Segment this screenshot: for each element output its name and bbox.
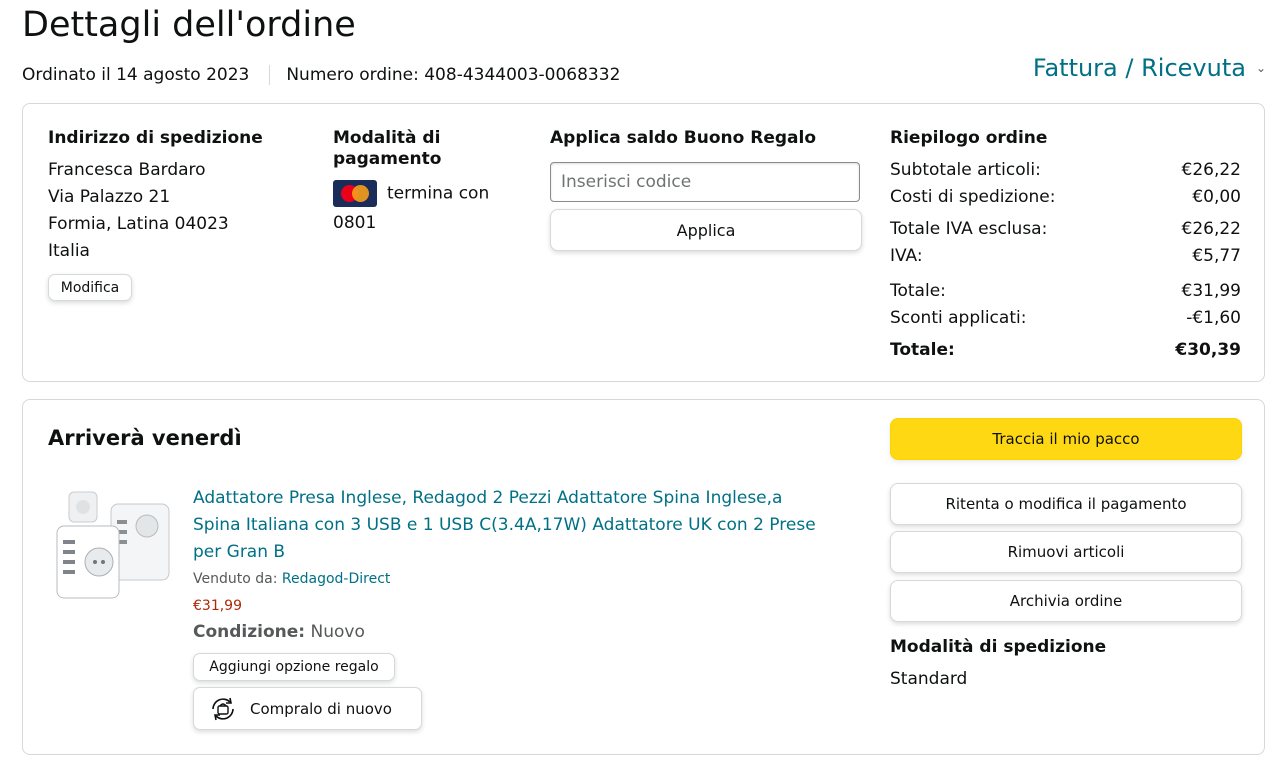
summary-value: €5,77 xyxy=(1192,246,1241,266)
summary-value: €30,39 xyxy=(1175,340,1241,360)
remove-items-button[interactable]: Rimuovi articoli xyxy=(890,531,1242,573)
chevron-down-icon: ⌄ xyxy=(1255,61,1266,75)
summary-label: Totale: xyxy=(890,281,946,301)
buy-again-label: Compralo di nuovo xyxy=(250,699,392,718)
order-number: Numero ordine: 408-4344003-0068332 xyxy=(286,65,621,85)
order-meta: Ordinato il 14 agosto 2023 Numero ordine… xyxy=(22,64,620,86)
summary-value: €26,22 xyxy=(1181,219,1241,239)
product-image[interactable] xyxy=(51,486,175,602)
address-line: Italia xyxy=(48,241,90,261)
shipping-method-value: Standard xyxy=(890,669,968,689)
retry-payment-button[interactable]: Ritenta o modifica il pagamento xyxy=(890,483,1242,525)
mastercard-icon xyxy=(333,180,377,207)
meta-divider xyxy=(269,65,271,85)
card-text: termina con xyxy=(387,183,490,204)
card-digits: 0801 xyxy=(333,213,377,233)
summary-value: €31,99 xyxy=(1181,281,1241,301)
apply-gift-card-button[interactable]: Applica xyxy=(550,209,862,251)
address-line: Francesca Bardaro xyxy=(48,160,206,180)
product-condition: Condizione: Nuovo xyxy=(193,619,365,646)
payment-title-line: Modalità di xyxy=(333,128,441,148)
product-title-line: per Gran B xyxy=(193,542,286,562)
summary-label: IVA: xyxy=(890,246,923,266)
address-line: Formia, Latina 04023 xyxy=(48,214,229,234)
summary-label: Totale IVA esclusa: xyxy=(890,219,1048,239)
summary-row: Totale: €31,99 xyxy=(890,278,1241,305)
address-line: Via Palazzo 21 xyxy=(48,187,171,207)
invoice-dropdown[interactable]: Fattura / Ricevuta ⌄ xyxy=(1033,54,1266,82)
payment-card: termina con xyxy=(333,180,489,208)
summary-label: Sconti applicati: xyxy=(890,308,1027,328)
condition-value: Nuovo xyxy=(310,622,365,642)
order-date: Ordinato il 14 agosto 2023 xyxy=(22,65,250,85)
summary-value: €26,22 xyxy=(1181,160,1241,180)
gift-code-input[interactable] xyxy=(550,162,860,202)
buy-again-button[interactable]: Compralo di nuovo xyxy=(193,687,422,730)
page-title: Dettagli dell'ordine xyxy=(22,5,356,45)
delivery-status: Arriverà venerdì xyxy=(48,426,242,450)
summary-value: -€1,60 xyxy=(1186,308,1241,328)
summary-label: Subtotale articoli: xyxy=(890,160,1041,180)
product-image-svg xyxy=(56,491,170,599)
invoice-label: Fattura / Ricevuta xyxy=(1032,54,1246,82)
reorder-icon xyxy=(212,697,234,720)
summary-value: €0,00 xyxy=(1192,187,1241,207)
payment-title-line: pagamento xyxy=(333,149,442,169)
product-price: €31,99 xyxy=(193,598,242,614)
gift-option-button[interactable]: Aggiungi opzione regalo xyxy=(193,653,395,681)
archive-order-button[interactable]: Archivia ordine xyxy=(890,580,1242,622)
product-title-line: Adattatore Presa Inglese, Redagod 2 Pezz… xyxy=(193,488,783,508)
product-title-line: Spina Italiana con 3 USB e 1 USB C(3.4A,… xyxy=(193,515,816,535)
order-summary-title: Riepilogo ordine xyxy=(890,128,1048,148)
order-info-box: Indirizzo di spedizione Francesca Bardar… xyxy=(22,103,1265,382)
summary-row: IVA: €5,77 xyxy=(890,243,1241,270)
shipment-box: Arriverà venerdì Adattatore Presa Ingles… xyxy=(22,399,1265,755)
sold-by-label: Venduto da: xyxy=(193,571,278,587)
summary-grand-total: Totale: €30,39 xyxy=(890,337,1241,364)
edit-address-button[interactable]: Modifica xyxy=(48,274,132,301)
sold-by: Venduto da: Redagod-Direct xyxy=(193,568,390,590)
seller-link[interactable]: Redagod-Direct xyxy=(282,571,391,587)
shipping-address-title: Indirizzo di spedizione xyxy=(48,128,263,148)
summary-label: Totale: xyxy=(890,340,955,360)
gift-card-title: Applica saldo Buono Regalo xyxy=(550,128,817,148)
summary-row: Sconti applicati: -€1,60 xyxy=(890,305,1241,332)
condition-label: Condizione: xyxy=(193,622,306,642)
summary-label: Costi di spedizione: xyxy=(890,187,1056,207)
summary-row: Subtotale articoli: €26,22 xyxy=(890,157,1241,184)
track-package-button[interactable]: Traccia il mio pacco xyxy=(890,418,1242,460)
product-title-link[interactable]: Adattatore Presa Inglese, Redagod 2 Pezz… xyxy=(193,485,873,566)
shipping-method-title: Modalità di spedizione xyxy=(890,637,1107,657)
payment-title: Modalità di pagamento xyxy=(333,128,441,170)
summary-row: Totale IVA esclusa: €26,22 xyxy=(890,216,1241,243)
summary-row: Costi di spedizione: €0,00 xyxy=(890,184,1241,211)
